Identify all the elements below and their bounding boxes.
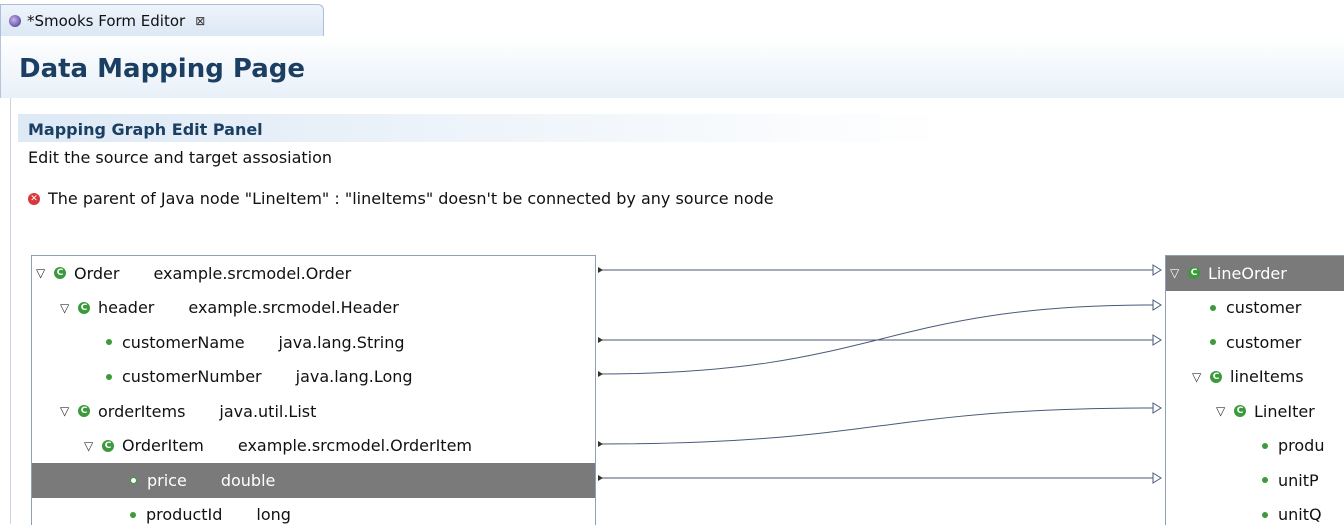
target-arrow-icon [1153, 403, 1161, 413]
source-anchor-icon [598, 371, 603, 377]
target-arrow-icon [1153, 265, 1161, 275]
source-anchor-icon [598, 267, 603, 273]
target-arrow-icon [1153, 335, 1161, 345]
mapping-connections [0, 0, 1344, 524]
source-anchor-icon [598, 475, 603, 481]
source-anchor-icon [598, 441, 603, 447]
target-arrow-icon [1153, 300, 1161, 310]
connection-orderitem-lineitems [598, 408, 1153, 444]
target-arrow-icon [1153, 473, 1161, 483]
source-anchor-icon [598, 337, 603, 343]
